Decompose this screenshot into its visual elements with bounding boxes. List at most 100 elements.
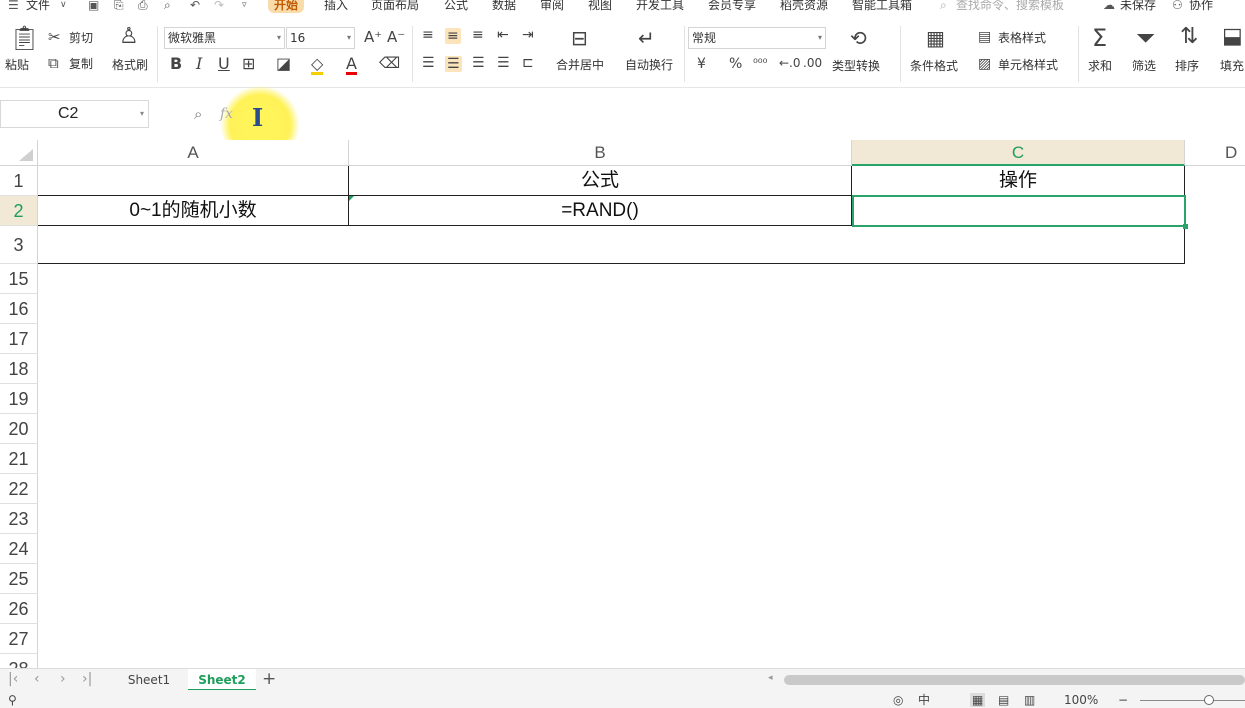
font-size-select[interactable]: 16 ▾ <box>286 27 355 49</box>
tab-view[interactable]: 视图 <box>588 0 612 13</box>
decrease-font-icon[interactable]: A⁻ <box>387 30 405 45</box>
brush-icon[interactable]: ♙ <box>119 26 139 48</box>
row-header-19[interactable]: 19 <box>0 384 38 414</box>
export-icon[interactable]: ⎘ <box>114 0 124 11</box>
scroll-left-icon[interactable]: ◂ <box>768 673 773 683</box>
align-middle-icon[interactable]: ≡ <box>445 28 461 44</box>
row-header-22[interactable]: 22 <box>0 474 38 504</box>
zoom-slider[interactable] <box>1140 700 1245 701</box>
cell-b1[interactable]: 公式 <box>349 166 852 196</box>
row-header-20[interactable]: 20 <box>0 414 38 444</box>
language-icon[interactable]: 中 <box>918 693 930 707</box>
tab-member[interactable]: 会员专享 <box>708 0 756 13</box>
indent-increase-icon[interactable]: ⇥ <box>522 28 534 42</box>
italic-button[interactable]: I <box>196 56 202 72</box>
copy-button[interactable]: 复制 <box>69 57 93 71</box>
cell-a1[interactable] <box>38 166 349 196</box>
percent-button[interactable]: % <box>729 57 742 71</box>
align-center-icon[interactable]: ☰ <box>445 56 462 72</box>
zoom-formula-icon[interactable]: ⌕ <box>194 105 202 123</box>
tab-review[interactable]: 审阅 <box>540 0 564 13</box>
sort-icon[interactable]: ⇅ <box>1180 26 1198 48</box>
row-header-25[interactable]: 25 <box>0 564 38 594</box>
row-header-2[interactable]: 2 <box>0 196 38 226</box>
type-convert-button[interactable]: 类型转换 <box>832 59 880 73</box>
fill-style-icon[interactable]: ◪ <box>276 56 291 72</box>
conditional-format-icon[interactable]: ▦ <box>926 28 945 48</box>
tab-developer[interactable]: 开发工具 <box>636 0 684 13</box>
cut-button[interactable]: 剪切 <box>69 31 93 45</box>
cell-a3-merged[interactable] <box>38 226 1185 264</box>
wrap-icon[interactable]: ↵ <box>638 28 655 48</box>
row-header-26[interactable]: 26 <box>0 594 38 624</box>
currency-button[interactable]: ¥ <box>697 57 706 71</box>
wrap-text-button[interactable]: 自动换行 <box>625 58 673 72</box>
column-header-a[interactable]: A <box>38 140 349 166</box>
cell-b2[interactable]: =RAND() <box>349 196 852 226</box>
zoom-slider-handle[interactable] <box>1204 695 1214 705</box>
tab-docer[interactable]: 稻壳资源 <box>780 0 828 13</box>
thousands-icon[interactable]: ⁰⁰⁰ <box>753 57 767 69</box>
hamburger-icon[interactable]: ☰ <box>8 0 19 11</box>
table-style-icon[interactable]: ▤ <box>978 30 991 44</box>
indent-decrease-icon[interactable]: ⇤ <box>497 28 509 42</box>
format-painter-button[interactable]: 格式刷 <box>112 58 148 72</box>
command-search[interactable]: 查找命令、搜索模板 <box>956 0 1064 13</box>
fill-color-icon[interactable]: ◇ <box>311 56 324 75</box>
cell-style-button[interactable]: 单元格样式 <box>998 58 1058 72</box>
merge-center-button[interactable]: 合并居中 <box>556 58 604 72</box>
tab-formulas[interactable]: 公式 <box>444 0 468 13</box>
chevron-down-icon[interactable]: ∨ <box>60 0 67 11</box>
zoom-level[interactable]: 100% <box>1064 693 1098 707</box>
row-header-1[interactable]: 1 <box>0 166 38 196</box>
underline-button[interactable]: U <box>218 56 230 72</box>
merge-icon[interactable]: ⊟ <box>571 28 588 48</box>
cell-a2[interactable]: 0~1的随机小数 <box>38 196 349 226</box>
select-all-corner[interactable] <box>0 140 38 166</box>
align-left-icon[interactable]: ☰ <box>422 56 435 70</box>
fx-label[interactable]: fx <box>220 106 233 122</box>
next-sheet-icon[interactable]: › <box>60 671 66 687</box>
column-header-d[interactable]: D <box>1185 140 1245 166</box>
tab-home[interactable]: 开始 <box>268 0 305 13</box>
font-color-button[interactable]: A <box>346 56 357 75</box>
add-sheet-icon[interactable]: + <box>262 669 276 689</box>
fill-icon[interactable]: ⬓ <box>1222 26 1243 48</box>
copy-icon[interactable]: ⧉ <box>48 56 59 71</box>
row-header-27[interactable]: 27 <box>0 624 38 654</box>
tab-smart-tools[interactable]: 智能工具箱 <box>852 0 912 13</box>
cell-style-icon[interactable]: ▨ <box>978 57 991 71</box>
last-sheet-icon[interactable]: ›| <box>82 671 92 687</box>
first-sheet-icon[interactable]: |‹ <box>8 671 18 687</box>
row-header-15[interactable]: 15 <box>0 264 38 294</box>
macro-icon[interactable]: ⚲ <box>8 693 17 707</box>
sum-button[interactable]: 求和 <box>1088 59 1112 73</box>
zoom-out-icon[interactable]: − <box>1118 693 1128 707</box>
collab-button[interactable]: 协作 <box>1189 0 1213 13</box>
align-top-icon[interactable]: ≡ <box>422 28 434 42</box>
row-header-16[interactable]: 16 <box>0 294 38 324</box>
conditional-format-button[interactable]: 条件格式 <box>910 59 958 73</box>
eye-protect-icon[interactable]: ◎ <box>893 693 903 707</box>
paste-icon[interactable]: 📋︎ <box>9 26 39 50</box>
eraser-icon[interactable]: ⌫ <box>379 56 400 71</box>
formula-input[interactable] <box>245 100 1245 128</box>
page-layout-view-icon[interactable]: ▤ <box>998 693 1009 707</box>
distributed-icon[interactable]: ⊏ <box>522 56 534 70</box>
tab-data[interactable]: 数据 <box>492 0 516 13</box>
decrease-decimal-icon[interactable]: .00 <box>803 57 822 69</box>
sheet-tab-sheet2[interactable]: Sheet2 <box>188 669 256 691</box>
row-header-21[interactable]: 21 <box>0 444 38 474</box>
align-right-icon[interactable]: ☰ <box>472 56 485 70</box>
horizontal-scrollbar[interactable] <box>784 675 1245 685</box>
print-icon[interactable]: ⎙ <box>138 0 148 11</box>
row-header-3[interactable]: 3 <box>0 226 38 264</box>
print-preview-icon[interactable]: ⌕ <box>164 0 171 11</box>
tab-insert[interactable]: 插入 <box>324 0 348 13</box>
chevron-down-icon[interactable]: ▾ <box>140 101 144 127</box>
sheet-tab-sheet1[interactable]: Sheet1 <box>112 669 186 691</box>
undo-icon[interactable]: ↶ <box>190 0 200 11</box>
number-format-select[interactable]: 常规 ▾ <box>688 27 826 49</box>
convert-icon[interactable]: ⟲ <box>850 28 867 48</box>
normal-view-icon[interactable]: ▦ <box>970 693 986 707</box>
